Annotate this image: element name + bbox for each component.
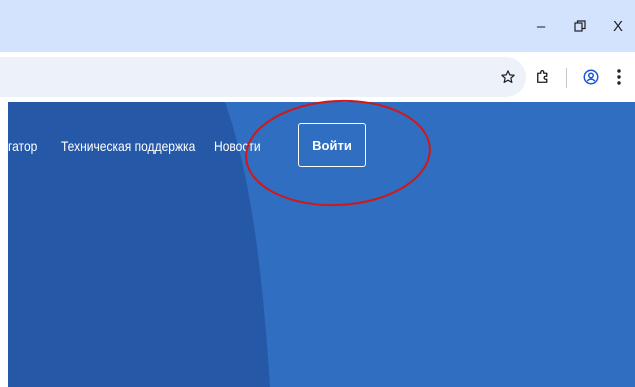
toolbar-separator bbox=[566, 68, 567, 88]
browser-titlebar: – X bbox=[0, 0, 635, 52]
site-hero: гатор Техническая поддержка Новости Войт… bbox=[8, 102, 635, 387]
login-button[interactable]: Войти bbox=[298, 123, 366, 167]
browser-toolbar bbox=[0, 52, 635, 102]
star-icon[interactable] bbox=[496, 65, 520, 89]
site-nav: гатор Техническая поддержка Новости Войт… bbox=[8, 102, 635, 192]
restore-button[interactable] bbox=[565, 12, 595, 40]
nav-link-news[interactable]: Новости bbox=[214, 138, 261, 154]
close-button[interactable]: X bbox=[603, 12, 633, 40]
nav-link-navigator[interactable]: гатор bbox=[8, 138, 37, 154]
puzzle-icon[interactable] bbox=[531, 65, 555, 89]
kebab-menu-icon[interactable] bbox=[607, 65, 631, 89]
profile-icon[interactable] bbox=[579, 65, 603, 89]
address-bar[interactable] bbox=[0, 57, 526, 97]
minimize-button[interactable]: – bbox=[526, 12, 556, 40]
nav-link-support[interactable]: Техническая поддержка bbox=[61, 138, 195, 154]
restore-icon bbox=[574, 20, 586, 32]
